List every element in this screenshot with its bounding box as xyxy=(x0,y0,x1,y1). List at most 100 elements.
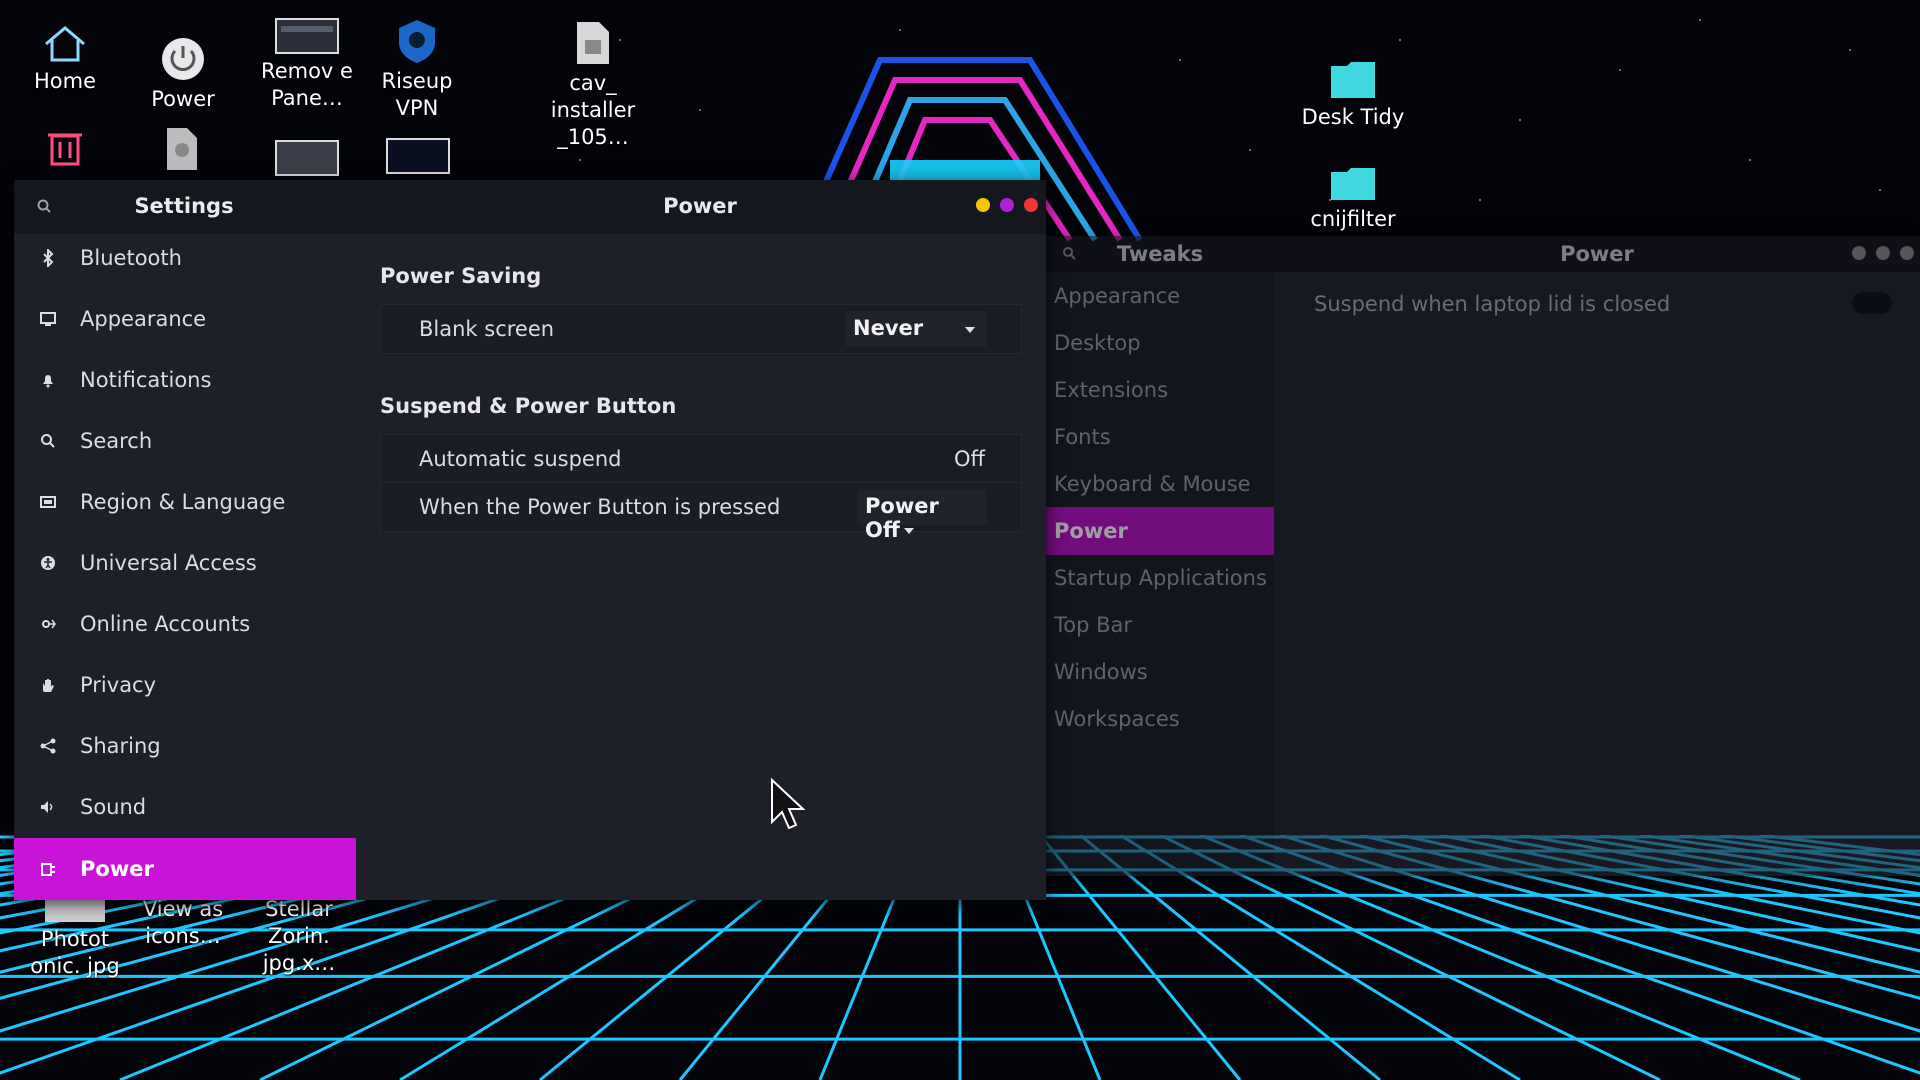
desktop-icon-home[interactable]: Home xyxy=(10,24,120,95)
desktop-icon-stellar-zorin[interactable]: Stellar Zorin. jpg.x… xyxy=(244,896,354,977)
sidebar-item-label: Bluetooth xyxy=(80,246,182,270)
tweaks-item-label: Power xyxy=(1054,519,1128,543)
desktop-icon-label: Desk Tidy xyxy=(1301,105,1405,129)
tweaks-item-extensions[interactable]: Extensions xyxy=(1046,366,1274,414)
power-button-row: When the Power Button is pressed Power O… xyxy=(380,482,1022,542)
sidebar-item-label: Sound xyxy=(80,795,147,819)
power-button-dropdown[interactable]: Power Off xyxy=(857,489,987,542)
tweaks-page-title: Power xyxy=(1560,242,1634,266)
sidebar-item-appearance[interactable]: Appearance xyxy=(14,289,356,349)
tweaks-item-windows[interactable]: Windows xyxy=(1046,648,1274,696)
sidebar-item-notifications[interactable]: Notifications xyxy=(14,350,356,410)
tweaks-item-fonts[interactable]: Fonts xyxy=(1046,413,1274,461)
tweaks-item-label: Keyboard & Mouse xyxy=(1054,472,1251,496)
minimize-button[interactable] xyxy=(976,198,990,212)
document-icon[interactable] xyxy=(165,126,199,170)
desktop-icon-power[interactable]: Power xyxy=(128,36,238,113)
power-content: Power Saving Blank screen Never Suspend … xyxy=(356,234,1046,900)
tweaks-item-appearance[interactable]: Appearance xyxy=(1046,272,1274,320)
desktop-icon-cav-installer[interactable]: cav_ installer _105… xyxy=(538,20,648,151)
accounts-icon xyxy=(38,614,58,634)
tweaks-window: Tweaks Power Appearance Desktop Extensio… xyxy=(1046,236,1920,876)
window-controls xyxy=(1852,246,1914,260)
trash-icon[interactable] xyxy=(48,130,82,166)
sidebar-item-online-accounts[interactable]: Online Accounts xyxy=(14,594,356,654)
desktop-icon-label: View as icons… xyxy=(142,897,224,948)
sidebar-item-label: Notifications xyxy=(80,368,212,392)
desktop-icon-cnijfilter[interactable]: cnijfilter xyxy=(1298,166,1408,233)
power-button-label: When the Power Button is pressed xyxy=(419,495,781,519)
desktop-icon-view-as-icons[interactable]: View as icons… xyxy=(128,896,238,950)
desktop-icon-label: Stellar Zorin. jpg.x… xyxy=(262,897,336,975)
tweaks-item-startup-applications[interactable]: Startup Applications xyxy=(1046,554,1274,602)
sidebar-item-label: Region & Language xyxy=(80,490,286,514)
power-saving-title: Power Saving xyxy=(380,264,542,288)
suspend-lid-label: Suspend when laptop lid is closed xyxy=(1314,292,1671,316)
desktop-icon-label: Home xyxy=(33,69,96,93)
close-button[interactable] xyxy=(1024,198,1038,212)
home-icon xyxy=(45,26,85,62)
sidebar-item-privacy[interactable]: Privacy xyxy=(14,655,356,715)
desktop-icon-desk-tidy[interactable]: Desk Tidy xyxy=(1298,60,1408,131)
screenshot-thumbnail-icon[interactable] xyxy=(275,140,339,176)
tweaks-item-label: Fonts xyxy=(1054,425,1111,449)
tweaks-item-keyboard-mouse[interactable]: Keyboard & Mouse xyxy=(1046,460,1274,508)
sidebar-item-region-language[interactable]: Region & Language xyxy=(14,472,356,532)
chevron-down-icon xyxy=(903,528,914,534)
suspend-lid-toggle[interactable] xyxy=(1852,292,1892,314)
automatic-suspend-row[interactable]: Automatic suspend Off xyxy=(380,434,1022,484)
tweaks-sidebar: Appearance Desktop Extensions Fonts Keyb… xyxy=(1046,272,1274,876)
tweaks-item-label: Appearance xyxy=(1054,284,1181,308)
page-title: Power xyxy=(663,194,737,218)
desktop-icon-label: cav_ installer _105… xyxy=(550,71,636,149)
power-button-value: Power Off xyxy=(865,494,939,542)
share-icon xyxy=(38,736,58,756)
maximize-button[interactable] xyxy=(1876,246,1890,260)
chevron-down-icon xyxy=(965,327,975,333)
desktop-icon-photo[interactable]: Photot onic. jpg xyxy=(20,900,130,980)
desktop-icon-label: Power xyxy=(151,87,215,111)
sidebar-item-label: Search xyxy=(80,429,153,453)
settings-title: Settings xyxy=(134,194,234,218)
file-icon xyxy=(577,22,609,64)
sidebar-item-sound[interactable]: Sound xyxy=(14,777,356,837)
close-button[interactable] xyxy=(1900,246,1914,260)
image-thumbnail-icon xyxy=(45,900,105,922)
bell-icon xyxy=(38,370,58,390)
mouse-cursor-icon xyxy=(771,778,806,830)
automatic-suspend-label: Automatic suspend xyxy=(419,447,622,471)
blank-screen-row: Blank screen Never xyxy=(380,304,1022,354)
blank-screen-value: Never xyxy=(853,316,924,340)
tweaks-item-label: Windows xyxy=(1054,660,1148,684)
settings-titlebar[interactable]: Settings Power xyxy=(14,180,1046,234)
maximize-button[interactable] xyxy=(1000,198,1014,212)
tweaks-item-label: Workspaces xyxy=(1054,707,1180,731)
tweaks-titlebar[interactable]: Tweaks Power xyxy=(1046,236,1920,272)
power-plug-icon xyxy=(38,859,58,879)
tweaks-item-power[interactable]: Power xyxy=(1046,507,1274,555)
settings-window: Settings Power Bluetooth Appearance Noti… xyxy=(14,180,1046,900)
desktop-icon-label: cnijfilter xyxy=(1310,207,1396,231)
desktop-icon-label: Photot onic. jpg xyxy=(30,927,120,978)
sidebar-item-sharing[interactable]: Sharing xyxy=(14,716,356,776)
bluetooth-icon xyxy=(38,248,58,268)
tweaks-item-workspaces[interactable]: Workspaces xyxy=(1046,695,1274,743)
folder-icon xyxy=(1331,168,1375,200)
blank-screen-dropdown[interactable]: Never xyxy=(845,311,987,347)
sidebar-item-search[interactable]: Search xyxy=(14,411,356,471)
zorin-thumbnail-icon[interactable] xyxy=(386,138,450,174)
tweaks-item-label: Extensions xyxy=(1054,378,1169,402)
tweaks-item-desktop[interactable]: Desktop xyxy=(1046,319,1274,367)
sidebar-item-power[interactable]: Power xyxy=(14,838,356,900)
desktop-icon-remove-panel[interactable]: Remov e Pane… xyxy=(252,18,362,112)
sidebar-item-bluetooth[interactable]: Bluetooth xyxy=(14,228,356,288)
desktop-icon-riseup-vpn[interactable]: Riseup VPN xyxy=(362,18,472,122)
minimize-button[interactable] xyxy=(1852,246,1866,260)
tweaks-item-label: Top Bar xyxy=(1054,613,1133,637)
tweaks-item-top-bar[interactable]: Top Bar xyxy=(1046,601,1274,649)
settings-sidebar: Bluetooth Appearance Notifications Searc… xyxy=(14,234,357,900)
sidebar-item-label: Universal Access xyxy=(80,551,257,575)
sidebar-item-label: Appearance xyxy=(80,307,207,331)
sidebar-item-universal-access[interactable]: Universal Access xyxy=(14,533,356,593)
window-controls xyxy=(976,198,1038,212)
